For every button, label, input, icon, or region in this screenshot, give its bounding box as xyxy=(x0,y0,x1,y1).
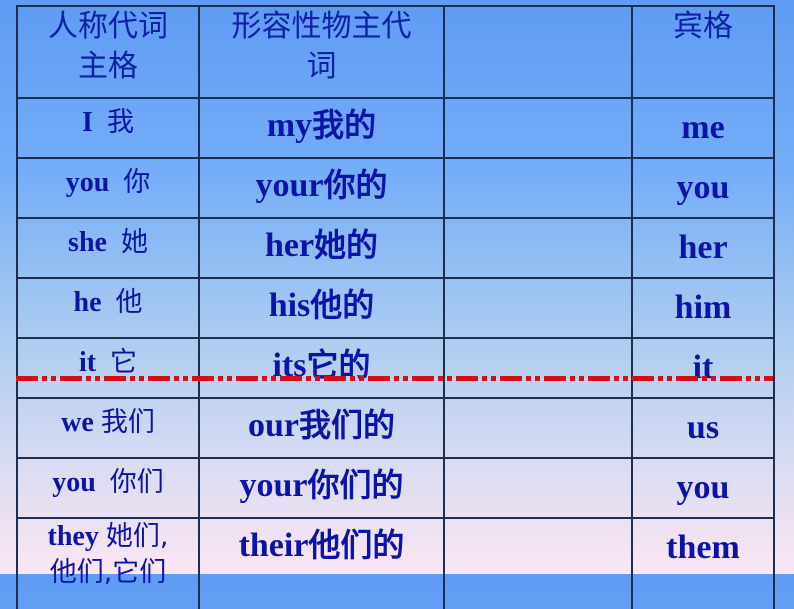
blank-cell xyxy=(443,457,633,519)
object-cell: you xyxy=(631,157,775,219)
table-row: he 他 his他的 him xyxy=(16,277,775,339)
possessive-cell: our我们的 xyxy=(198,397,445,459)
header-blank xyxy=(443,5,633,99)
blank-cell xyxy=(443,217,633,279)
possessive-cell: their他们的 xyxy=(198,517,445,609)
subject-en: they xyxy=(47,521,99,552)
table-row: they 她们, 他们,它们 their他们的 them xyxy=(16,517,775,609)
table-row: it 它 its它的 it xyxy=(16,337,775,399)
table-row: you 你 your你的 you xyxy=(16,157,775,219)
table-row: she 她 her她的 her xyxy=(16,217,775,279)
header-possessive-line1: 形容性物主代 xyxy=(231,9,412,44)
possessive-en: their xyxy=(238,527,309,564)
object-cell: them xyxy=(631,517,775,609)
possessive-cell: her她的 xyxy=(198,217,445,279)
table-row: we 我们 our我们的 us xyxy=(16,397,775,459)
possessive-zh: 他的 xyxy=(310,286,375,324)
possessive-zh: 她的 xyxy=(314,226,379,264)
subject-zh: 你 xyxy=(123,167,151,198)
header-possessive-line2: 词 xyxy=(306,49,337,84)
possessive-cell: its它的 xyxy=(198,337,445,399)
table-row: you 你们 your你们的 you xyxy=(16,457,775,519)
subject-zh: 它 xyxy=(110,347,138,378)
blank-cell xyxy=(443,517,633,609)
subject-en: we xyxy=(61,407,94,438)
subject-en: she xyxy=(68,227,107,258)
subject-cell: you 你 xyxy=(16,157,200,219)
subject-cell: we 我们 xyxy=(16,397,200,459)
possessive-en: her xyxy=(264,227,315,264)
header-possessive-adjective: 形容性物主代 词 xyxy=(198,5,445,99)
possessive-en: his xyxy=(268,287,311,324)
possessive-zh: 你的 xyxy=(323,166,388,204)
subject-zh: 她 xyxy=(120,227,148,258)
subject-zh: 你们 xyxy=(109,467,164,498)
blank-cell xyxy=(443,97,633,159)
subject-en: it xyxy=(78,347,97,378)
blank-cell xyxy=(443,337,633,399)
possessive-zh: 我的 xyxy=(312,106,377,144)
subject-zh: 我 xyxy=(106,107,134,138)
possessive-cell: your你的 xyxy=(198,157,445,219)
possessive-cell: your你们的 xyxy=(198,457,445,519)
header-subject-line2: 主格 xyxy=(78,49,138,84)
header-object-case: 宾格 xyxy=(631,5,775,99)
possessive-en: our xyxy=(247,407,299,444)
subject-cell: she 她 xyxy=(16,217,200,279)
possessive-en: my xyxy=(266,107,313,144)
table-header-row: 人称代词 主格 形容性物主代 词 宾格 xyxy=(16,5,775,99)
object-cell: him xyxy=(631,277,775,339)
object-cell: you xyxy=(631,457,775,519)
subject-cell: he 他 xyxy=(16,277,200,339)
table-row: I 我 my我的 me xyxy=(16,97,775,159)
subject-en: you xyxy=(52,467,96,498)
object-cell: us xyxy=(631,397,775,459)
possessive-cell: my我的 xyxy=(198,97,445,159)
blank-cell xyxy=(443,277,633,339)
pronoun-table: 人称代词 主格 形容性物主代 词 宾格 I 我 my我的 me you 你 yo… xyxy=(16,5,775,609)
subject-cell: they 她们, 他们,它们 xyxy=(16,517,200,609)
possessive-zh: 他们的 xyxy=(308,526,405,564)
possessive-en: your xyxy=(255,167,324,204)
subject-cell: you 你们 xyxy=(16,457,200,519)
possessive-zh: 你们的 xyxy=(307,466,404,504)
header-subject-line1: 人称代词 xyxy=(48,9,168,44)
blank-cell xyxy=(443,397,633,459)
singular-plural-divider-line xyxy=(16,376,773,381)
subject-zh: 她们, xyxy=(105,521,169,552)
object-cell: her xyxy=(631,217,775,279)
possessive-en: your xyxy=(239,467,308,504)
subject-zh: 我们 xyxy=(100,407,155,438)
subject-zh-line2: 他们,它们 xyxy=(49,557,167,588)
subject-en: he xyxy=(73,287,102,318)
possessive-cell: his他的 xyxy=(198,277,445,339)
subject-cell: I 我 xyxy=(16,97,200,159)
subject-en: you xyxy=(65,167,110,198)
possessive-zh: 我们的 xyxy=(298,406,395,444)
subject-en: I xyxy=(82,107,93,138)
object-cell: it xyxy=(631,337,775,399)
header-subject-case: 人称代词 主格 xyxy=(16,5,200,99)
subject-zh: 他 xyxy=(115,287,143,318)
subject-cell: it 它 xyxy=(16,337,200,399)
blank-cell xyxy=(443,157,633,219)
slide: 人称代词 主格 形容性物主代 词 宾格 I 我 my我的 me you 你 yo… xyxy=(0,0,794,609)
object-cell: me xyxy=(631,97,775,159)
